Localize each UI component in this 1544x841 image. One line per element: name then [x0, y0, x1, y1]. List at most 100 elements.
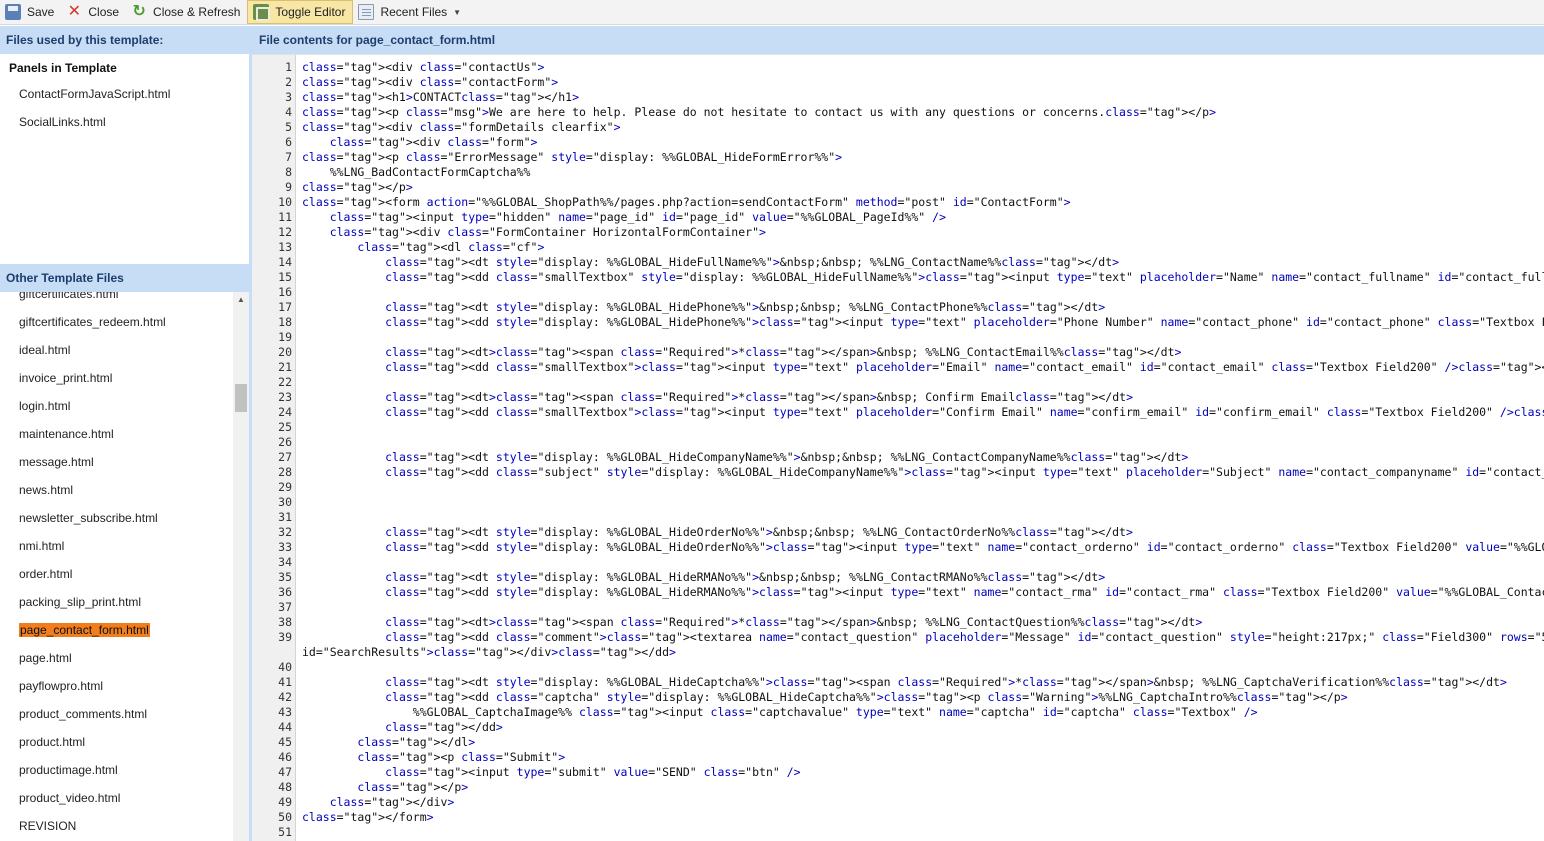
code-text: class="tag"></form>: [302, 810, 434, 824]
line-number: 3: [285, 90, 292, 104]
code-line: 5 class="tag"><div class="formDetails cle…: [252, 120, 1544, 135]
file-link[interactable]: login.html: [0, 392, 233, 420]
toggle-editor-button[interactable]: Toggle Editor: [247, 0, 354, 24]
code-line: 31: [252, 510, 1544, 525]
recent-files-label: Recent Files: [380, 5, 448, 19]
line-number: 14: [278, 255, 292, 269]
code-line: 1 class="tag"><div class="contactUs">: [252, 60, 1544, 75]
code-text: class="tag"><dd class="comment">class="t…: [385, 630, 1544, 644]
file-link[interactable]: nmi.html: [0, 532, 233, 560]
code-line: 8 %%LNG_BadContactFormCaptcha%%: [252, 165, 1544, 180]
code-text: class="tag"><dt>class="tag"><span class=…: [385, 390, 1134, 404]
line-number: 50: [278, 810, 292, 824]
code-text: class="tag"></p>: [357, 780, 469, 794]
code-line: 47 class="tag"><input type="submit" valu…: [252, 765, 1544, 780]
scroll-up-icon[interactable]: ▲: [233, 292, 249, 308]
code-line: 10 class="tag"><form action="%%GLOBAL_Sho…: [252, 195, 1544, 210]
close-refresh-button[interactable]: ↻ Close & Refresh: [126, 0, 247, 25]
file-contents-header: File contents for page_contact_form.html: [252, 26, 1544, 54]
code-line: 49 class="tag"></div>: [252, 795, 1544, 810]
close-refresh-label: Close & Refresh: [153, 5, 241, 19]
panel-file-link[interactable]: SocialLinks.html: [0, 108, 249, 136]
code-text: class="tag"><dd style="display: %%GLOBAL…: [385, 315, 1544, 329]
line-number: 22: [278, 375, 292, 389]
file-link[interactable]: payflowpro.html: [0, 672, 233, 700]
line-number: 38: [278, 615, 292, 629]
code-line: 45 class="tag"></dl>: [252, 735, 1544, 750]
code-line: 11 class="tag"><input type="hidden" name…: [252, 210, 1544, 225]
file-link[interactable]: order.html: [0, 560, 233, 588]
code-line: 4 class="tag"><p class="msg">We are here …: [252, 105, 1544, 120]
code-text: class="tag"><div class="form">: [329, 135, 538, 149]
code-line: 38 class="tag"><dt>class="tag"><span cla…: [252, 615, 1544, 630]
line-number: 13: [278, 240, 292, 254]
code-line: 29: [252, 480, 1544, 495]
code-line: 15 class="tag"><dd class="smallTextbox" …: [252, 270, 1544, 285]
file-link-selected[interactable]: page_contact_form.html: [0, 616, 233, 644]
close-label: Close: [88, 5, 120, 19]
file-link[interactable]: giftcertificates_redeem.html: [0, 308, 233, 336]
line-number: 12: [278, 225, 292, 239]
panel-file-link[interactable]: ContactFormJavaScript.html: [0, 80, 249, 108]
code-line: 13 class="tag"><dl class="cf">: [252, 240, 1544, 255]
code-text: class="tag"><dt style="display: %%GLOBAL…: [385, 675, 1507, 689]
code-text: class="tag"><form action="%%GLOBAL_ShopP…: [302, 195, 1071, 209]
file-link[interactable]: product_comments.html: [0, 700, 233, 728]
selected-file-label: page_contact_form.html: [19, 623, 150, 637]
line-number: 24: [278, 405, 292, 419]
code-line: 51: [252, 825, 1544, 840]
code-text: id="SearchResults">class="tag"></div>cla…: [302, 645, 676, 659]
code-line: 27 class="tag"><dt style="display: %%GLO…: [252, 450, 1544, 465]
code-line: 2 class="tag"><div class="contactForm">: [252, 75, 1544, 90]
file-list-scrollbar[interactable]: ▲: [233, 292, 249, 841]
line-number: 9: [285, 180, 292, 194]
code-line: 41 class="tag"><dt style="display: %%GLO…: [252, 675, 1544, 690]
file-link[interactable]: invoice_print.html: [0, 364, 233, 392]
code-text: class="tag"><dt style="display: %%GLOBAL…: [385, 255, 1120, 269]
code-text: class="tag"><p class="ErrorMessage" styl…: [302, 150, 843, 164]
save-label: Save: [27, 5, 55, 19]
file-link[interactable]: news.html: [0, 476, 233, 504]
code-text: class="tag"><dd class="smallTextbox">cla…: [385, 405, 1544, 419]
other-files-list: giftcertificates.html giftcertificates_r…: [0, 292, 233, 841]
line-number: 23: [278, 390, 292, 404]
scroll-thumb[interactable]: [235, 384, 247, 412]
file-link[interactable]: giftcertificates.html: [0, 292, 233, 308]
code-text: class="tag"><dt style="display: %%GLOBAL…: [385, 525, 1133, 539]
file-link[interactable]: ideal.html: [0, 336, 233, 364]
code-line: 22: [252, 375, 1544, 390]
file-link[interactable]: REVISION: [0, 812, 233, 840]
code-text: class="tag"><dt style="display: %%GLOBAL…: [385, 450, 1189, 464]
file-link[interactable]: message.html: [0, 448, 233, 476]
file-link[interactable]: productimage.html: [0, 756, 233, 784]
line-number: 31: [278, 510, 292, 524]
file-link[interactable]: page.html: [0, 644, 233, 672]
file-link[interactable]: product_video.html: [0, 784, 233, 812]
toggle-editor-icon: [253, 4, 271, 21]
code-line: 44 class="tag"></dd>: [252, 720, 1544, 735]
code-editor[interactable]: 1 class="tag"><div class="contactUs"> 2 cla…: [252, 54, 1544, 841]
close-button[interactable]: ✕ Close: [61, 0, 126, 25]
code-text: class="tag"><p class="Submit">: [357, 750, 566, 764]
line-number: 8: [285, 165, 292, 179]
close-icon: ✕: [67, 3, 82, 20]
file-link[interactable]: newsletter_subscribe.html: [0, 504, 233, 532]
refresh-icon: ↻: [132, 3, 146, 20]
line-number: 41: [278, 675, 292, 689]
line-number: 6: [285, 135, 292, 149]
code-line: 46 class="tag"><p class="Submit">: [252, 750, 1544, 765]
file-link[interactable]: product.html: [0, 728, 233, 756]
line-number: 49: [278, 795, 292, 809]
file-link[interactable]: maintenance.html: [0, 420, 233, 448]
line-number: 30: [278, 495, 292, 509]
line-number: 33: [278, 540, 292, 554]
save-button[interactable]: Save: [0, 0, 61, 25]
chevron-down-icon: ▼: [453, 7, 462, 17]
file-link[interactable]: packing_slip_print.html: [0, 588, 233, 616]
recent-files-button[interactable]: Recent Files ▼: [353, 0, 468, 25]
code-text: class="tag"><dd class="subject" style="d…: [385, 465, 1544, 479]
code-line: 35 class="tag"><dt style="display: %%GLO…: [252, 570, 1544, 585]
line-number: 20: [278, 345, 292, 359]
recent-files-icon: [358, 4, 375, 20]
code-text: class="tag"><div class="contactForm">: [302, 75, 559, 89]
